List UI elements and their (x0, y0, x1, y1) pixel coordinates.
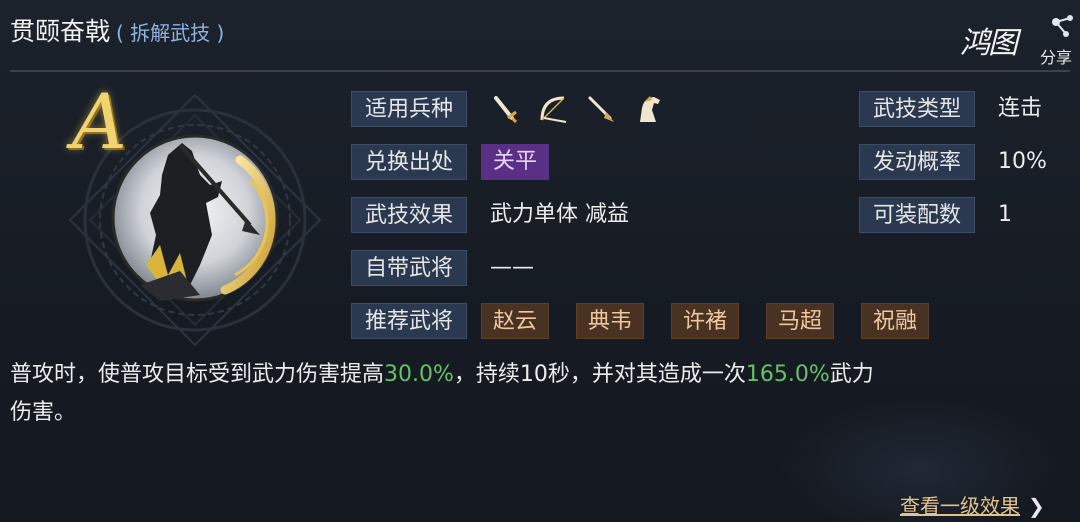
troop-types-label: 适用兵种 (351, 91, 467, 127)
spear-icon (588, 96, 614, 122)
recommended-general-tag[interactable]: 祝融 (861, 303, 929, 339)
chevron-right-icon[interactable]: ❯ (1028, 494, 1045, 518)
skill-title: 贯颐奋戟( 拆解武技 ) (10, 12, 224, 48)
source-label: 兑换出处 (351, 144, 467, 180)
view-level-one-effect-link[interactable]: 查看一级效果 ❯ (900, 490, 1045, 519)
own-general-label: 自带武将 (351, 250, 467, 286)
effect-label: 武技效果 (351, 197, 467, 233)
skill-description: 普攻时，使普攻目标受到武力伤害提高30.0%，持续10秒，并对其造成一次165.… (10, 356, 1070, 432)
bow-icon (540, 96, 567, 123)
effect-value: 武力单体 减益 (490, 202, 629, 227)
sword-icon (494, 96, 518, 124)
description-highlight: 30.0% (384, 362, 454, 387)
logo: 鸿图 分享 (960, 10, 1075, 70)
recommended-label: 推荐武将 (351, 303, 467, 339)
source-tag[interactable]: 关平 (481, 144, 549, 180)
equip-count-label: 可装配数 (859, 197, 975, 233)
skill-subtitle: ( 拆解武技 ) (116, 21, 225, 45)
skill-type-value: 连击 (998, 96, 1043, 121)
skill-grade: A (72, 77, 127, 166)
description-text: ，持续10秒，并对其造成一次 (453, 362, 746, 387)
recommended-general-tag[interactable]: 赵云 (481, 303, 549, 339)
description-text: 普攻时，使普攻目标受到武力伤害提高 (10, 362, 385, 387)
logo-sub: 分享 (1040, 48, 1073, 67)
description-highlight: 165.0% (745, 362, 830, 387)
skill-name: 贯颐奋戟 (10, 17, 111, 46)
logo-text: 鸿图 (960, 26, 1018, 61)
description-text: 武力 (829, 362, 874, 387)
description-text: 伤害。 (10, 400, 77, 425)
skill-type-label: 武技类型 (859, 91, 975, 127)
horse-icon (640, 96, 660, 122)
recommended-general-tag[interactable]: 许褚 (671, 303, 739, 339)
title-divider (10, 70, 1070, 72)
own-general-value: —— (490, 255, 534, 280)
recommended-general-tag[interactable]: 典韦 (576, 303, 644, 339)
recommended-general-tag[interactable]: 马超 (766, 303, 834, 339)
view-level-one-effect-label[interactable]: 查看一级效果 (900, 494, 1020, 518)
trigger-rate-label: 发动概率 (859, 144, 975, 180)
trigger-rate-value: 10% (998, 149, 1047, 174)
equip-count-value: 1 (998, 202, 1012, 227)
